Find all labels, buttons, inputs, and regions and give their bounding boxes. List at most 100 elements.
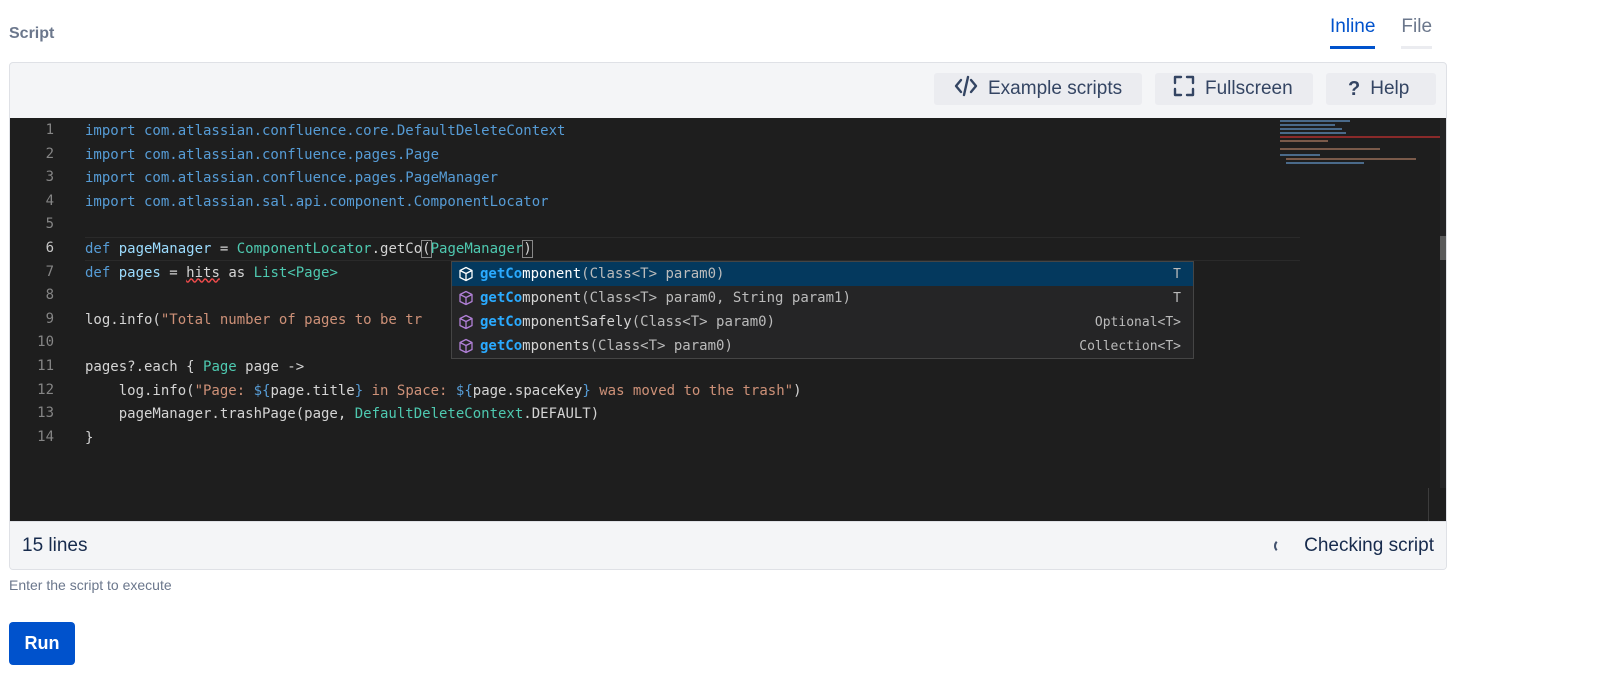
code-token: pageManager — [118, 241, 212, 257]
code-icon — [954, 75, 978, 103]
tab-file[interactable]: File — [1401, 16, 1433, 49]
suggestion-match: getCo — [480, 290, 523, 306]
code-line: } — [85, 426, 93, 450]
line-number: 6 — [45, 240, 54, 256]
suggestion-params: (Class<T> param0) — [581, 266, 725, 282]
code-token: "Total number of pages to be tr — [160, 311, 423, 328]
code-token: ) — [522, 240, 533, 258]
example-scripts-button[interactable]: Example scripts — [934, 73, 1142, 105]
suggestion-type: Optional<T> — [1094, 314, 1181, 330]
code-editor[interactable]: 1 2 3 4 5 6 7 8 9 10 11 12 13 14 import com.atlassian… — [10, 118, 1446, 521]
suggestion-type: T — [1173, 290, 1181, 306]
code-token: def — [85, 241, 119, 257]
code-token: = — [160, 264, 187, 281]
line-number: 12 — [37, 381, 54, 398]
method-icon — [458, 314, 474, 330]
help-label: Help — [1370, 78, 1410, 99]
help-button[interactable]: ? Help — [1326, 73, 1436, 105]
code-token: ${ — [253, 382, 271, 399]
method-icon — [458, 266, 474, 282]
code-line: def pages = hits as List<Page> — [85, 261, 338, 285]
code-token: } — [354, 382, 364, 399]
suggestion-item[interactable]: getCo mponents (Class<T> param0) Collection… — [452, 334, 1193, 358]
code-token: } — [582, 382, 591, 399]
code-token: import com.atlassian.confluence.pages.Pa… — [85, 170, 499, 187]
code-token: import com.atlassian.confluence.core.Def… — [85, 123, 566, 139]
line-number: 7 — [45, 263, 54, 280]
code-token: PageManager — [430, 241, 524, 257]
suggestion-name: mponent — [522, 266, 582, 282]
spinner-icon — [1274, 539, 1288, 553]
fullscreen-label: Fullscreen — [1205, 78, 1293, 99]
code-token: page.spaceKey — [472, 382, 583, 399]
code-token: page.title — [270, 382, 355, 399]
suggestion-params: (Class<T> param0) — [589, 338, 733, 354]
example-scripts-label: Example scripts — [988, 78, 1123, 99]
code-token: } — [85, 429, 94, 446]
suggestion-type: T — [1173, 266, 1181, 282]
code-token: List<Page> — [253, 264, 338, 281]
editor-toolbar: Example scripts Fullscreen ? Help — [10, 63, 1446, 118]
line-number: 5 — [45, 216, 54, 233]
suggestion-item[interactable]: getCo mponent (Class<T> param0, String par… — [452, 286, 1193, 310]
mode-tabs: Inline File — [1330, 16, 1433, 49]
code-line: log.info("Page: ${page.title} in Space: … — [85, 379, 802, 403]
vertical-scrollbar[interactable] — [1440, 118, 1446, 488]
code-line: pages?.each { Page page -> — [85, 355, 304, 379]
code-token: as — [219, 264, 254, 281]
script-label: Script — [9, 25, 55, 42]
code-token: page -> — [236, 359, 305, 375]
code-token: log.info( — [85, 382, 195, 399]
code-token: Page — [203, 359, 237, 375]
line-number: 8 — [45, 287, 54, 304]
code-line: import com.atlassian.confluence.pages.Pa… — [85, 166, 498, 190]
tab-inline[interactable]: Inline — [1330, 16, 1376, 49]
code-token: ( — [421, 240, 432, 258]
line-number: 4 — [45, 192, 54, 209]
divider — [1428, 488, 1429, 521]
code-line: def pageManager = ComponentLocator.getCo… — [85, 237, 533, 261]
suggestion-item[interactable]: getCo mponentSafely (Class<T> param0) Optio… — [452, 310, 1193, 334]
run-button[interactable]: Run — [9, 622, 75, 665]
checking-label: Checking script — [1304, 535, 1434, 556]
lines-count: 15 lines — [22, 535, 88, 556]
code-token: DefaultDeleteContext — [354, 406, 524, 423]
code-token: "Page: — [194, 382, 254, 399]
minimap[interactable] — [1280, 118, 1445, 178]
code-token: ${ — [455, 382, 473, 399]
suggestion-type: Collection<T> — [1079, 338, 1181, 354]
suggestion-item[interactable]: getCo mponent (Class<T> param0) T — [452, 262, 1193, 286]
suggestion-match: getCo — [480, 338, 523, 354]
editor-status-bar: 15 lines Checking script — [10, 521, 1446, 569]
method-icon — [458, 338, 474, 354]
checking-status: Checking script — [1274, 535, 1434, 557]
code-token: ) — [793, 382, 802, 399]
suggestion-params: (Class<T> param0, String param1) — [581, 290, 851, 306]
code-token: in Space: — [363, 382, 456, 399]
code-token: import com.atlassian.confluence.pages.Pa… — [85, 146, 440, 163]
code-token: log.info( — [85, 311, 161, 328]
code-line: import com.atlassian.confluence.pages.Pa… — [85, 143, 439, 167]
line-number: 3 — [45, 169, 54, 186]
fullscreen-icon — [1173, 75, 1195, 103]
question-icon: ? — [1348, 77, 1361, 100]
code-token: = — [211, 241, 237, 257]
suggestion-name: mponents — [522, 338, 590, 354]
suggestion-match: getCo — [480, 314, 523, 330]
code-token: pages — [118, 264, 161, 281]
code-line: import com.atlassian.sal.api.component.C… — [85, 190, 549, 214]
method-icon — [458, 290, 474, 306]
code-token: pages?.each { — [85, 359, 204, 375]
code-token: import com.atlassian.sal.api.component.C… — [85, 193, 549, 210]
fullscreen-button[interactable]: Fullscreen — [1155, 73, 1313, 105]
scrollbar-thumb[interactable] — [1440, 236, 1446, 260]
code-token: pageManager.trashPage(page, — [85, 406, 355, 423]
code-line: import com.atlassian.confluence.core.Def… — [85, 119, 565, 143]
line-number: 13 — [37, 405, 54, 422]
code-token: was moved to the trash" — [590, 382, 794, 399]
suggestion-name: mponent — [522, 290, 582, 306]
line-number: 2 — [45, 145, 54, 162]
line-number-gutter: 1 2 3 4 5 6 7 8 9 10 11 12 13 14 — [10, 118, 70, 521]
suggestion-match: getCo — [480, 266, 523, 282]
line-number: 1 — [45, 122, 54, 138]
